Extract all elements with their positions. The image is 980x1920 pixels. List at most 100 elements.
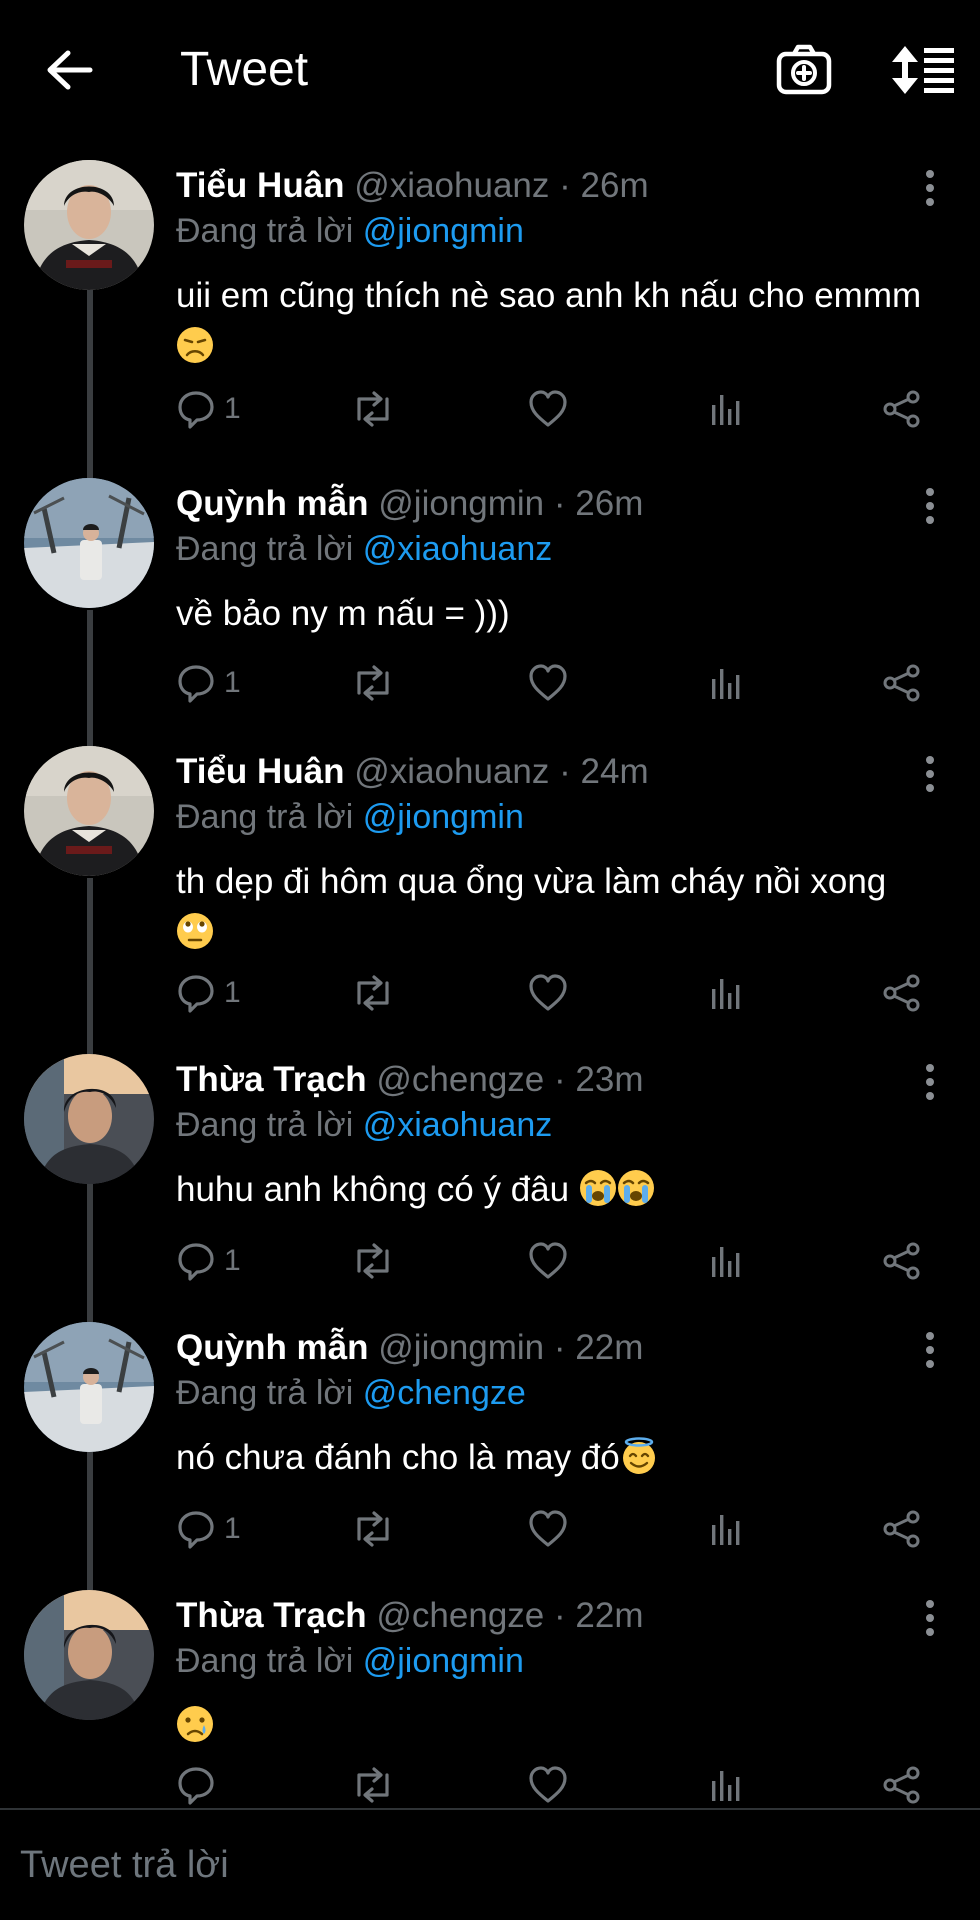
avatar[interactable]: [24, 1590, 154, 1720]
replying-to-handle[interactable]: @chengze: [363, 1374, 526, 1412]
avatar[interactable]: [24, 1054, 154, 1184]
bar-chart-icon: [712, 979, 740, 1009]
replying-to-handle[interactable]: @jiongmin: [363, 1642, 524, 1680]
separator: ·: [559, 752, 571, 791]
analytics-button[interactable]: [706, 1236, 746, 1286]
display-name[interactable]: Tiểu Huân: [176, 752, 345, 791]
more-vertical-icon: [926, 1600, 934, 1636]
like-button[interactable]: [528, 968, 568, 1018]
display-name[interactable]: Thừa Trạch: [176, 1060, 367, 1099]
tweet-item[interactable]: Thừa Trạch @chengze · 23m Đang trả lời @…: [0, 1054, 980, 1314]
avatar[interactable]: [24, 160, 154, 290]
heart-icon: [529, 1766, 567, 1803]
tweet-header: Thừa Trạch @chengze · 22m: [176, 1596, 643, 1636]
reply-icon: [178, 1767, 214, 1805]
replying-to: Đang trả lời @xiaohuanz: [176, 530, 552, 569]
retweet-button[interactable]: [350, 384, 390, 434]
like-button[interactable]: [528, 1236, 568, 1286]
tweet-item[interactable]: Tiểu Huân @xiaohuanz · 26m Đang trả lời …: [0, 160, 980, 450]
display-name[interactable]: Thừa Trạch: [176, 1596, 367, 1635]
replying-to: Đang trả lời @chengze: [176, 1374, 526, 1413]
share-icon: [883, 1510, 920, 1548]
like-button[interactable]: [528, 384, 568, 434]
display-name[interactable]: Quỳnh mẫn: [176, 1328, 369, 1367]
more-options-button[interactable]: [916, 1062, 944, 1102]
back-button[interactable]: [42, 46, 98, 94]
timestamp: 22m: [575, 1328, 644, 1367]
retweet-button[interactable]: [350, 1236, 390, 1286]
separator: ·: [554, 1596, 566, 1635]
share-button[interactable]: [882, 658, 922, 708]
share-button[interactable]: [882, 1236, 922, 1286]
reply-button[interactable]: 1: [176, 658, 241, 708]
sort-button[interactable]: [890, 44, 956, 96]
retweet-button[interactable]: [350, 1504, 390, 1554]
avatar[interactable]: [24, 746, 154, 876]
tweet-header: Quỳnh mẫn @jiongmin · 22m: [176, 1328, 643, 1368]
more-options-button[interactable]: [916, 486, 944, 526]
tweet-text: về bảo ny m nấu = ))): [176, 594, 510, 633]
reply-composer-input[interactable]: [0, 1810, 980, 1920]
page-title: Tweet: [180, 43, 309, 96]
share-button[interactable]: [882, 968, 922, 1018]
retweet-button[interactable]: [350, 658, 390, 708]
analytics-button[interactable]: [706, 1760, 746, 1810]
heart-icon: [529, 974, 567, 1011]
more-vertical-icon: [926, 170, 934, 206]
analytics-button[interactable]: [706, 968, 746, 1018]
like-button[interactable]: [528, 1760, 568, 1810]
sob-emoji: [579, 1170, 616, 1206]
like-button[interactable]: [528, 1504, 568, 1554]
bar-chart-icon: [712, 1247, 740, 1277]
reply-button[interactable]: 1: [176, 1504, 241, 1554]
reply-count: 1: [224, 1244, 241, 1277]
tweet-item[interactable]: Tiểu Huân @xiaohuanz · 24m Đang trả lời …: [0, 746, 980, 1046]
reply-button[interactable]: 1: [176, 384, 241, 434]
display-name[interactable]: Quỳnh mẫn: [176, 484, 369, 523]
replying-to-handle[interactable]: @jiongmin: [363, 798, 524, 836]
replying-to-handle[interactable]: @jiongmin: [363, 212, 524, 250]
analytics-button[interactable]: [706, 1504, 746, 1554]
more-options-button[interactable]: [916, 1598, 944, 1638]
reply-button[interactable]: 1: [176, 968, 241, 1018]
timestamp: 23m: [575, 1060, 644, 1099]
avatar[interactable]: [24, 1322, 154, 1452]
share-button[interactable]: [882, 1760, 922, 1810]
more-options-button[interactable]: [916, 1330, 944, 1370]
more-vertical-icon: [926, 488, 934, 524]
timestamp: 22m: [575, 1596, 644, 1635]
like-button[interactable]: [528, 658, 568, 708]
replying-to-handle[interactable]: @xiaohuanz: [363, 530, 553, 568]
retweet-button[interactable]: [350, 1760, 390, 1810]
retweet-icon: [357, 391, 389, 427]
separator: ·: [553, 484, 566, 523]
halo-emoji: [622, 1437, 655, 1474]
tweet-text: [176, 1700, 936, 1751]
reply-button[interactable]: [176, 1760, 216, 1810]
display-name[interactable]: Tiểu Huân: [176, 166, 345, 205]
bar-chart-icon: [712, 669, 740, 699]
tweet-item[interactable]: Quỳnh mẫn @jiongmin · 22m Đang trả lời @…: [0, 1322, 980, 1582]
tweet-actions: 1: [176, 968, 936, 1018]
bar-chart-icon: [712, 1515, 740, 1545]
user-handle: @xiaohuanz: [354, 166, 550, 205]
reply-icon: [178, 1243, 214, 1281]
share-button[interactable]: [882, 1504, 922, 1554]
retweet-button[interactable]: [350, 968, 390, 1018]
camera-button[interactable]: [776, 44, 832, 96]
reply-button[interactable]: 1: [176, 1236, 241, 1286]
analytics-button[interactable]: [706, 384, 746, 434]
top-bar: Tweet: [0, 0, 980, 140]
user-handle: @chengze: [376, 1596, 545, 1635]
analytics-button[interactable]: [706, 658, 746, 708]
replying-label: Đang trả lời: [176, 212, 354, 250]
tweet-item[interactable]: Thừa Trạch @chengze · 22m Đang trả lời @…: [0, 1590, 980, 1808]
share-button[interactable]: [882, 384, 922, 434]
more-options-button[interactable]: [916, 754, 944, 794]
tweet-item[interactable]: Quỳnh mẫn @jiongmin · 26m Đang trả lời @…: [0, 478, 980, 738]
replying-to: Đang trả lời @xiaohuanz: [176, 1106, 552, 1145]
replying-to-handle[interactable]: @xiaohuanz: [363, 1106, 553, 1144]
reply-icon: [178, 665, 214, 703]
more-options-button[interactable]: [916, 168, 944, 208]
avatar[interactable]: [24, 478, 154, 608]
